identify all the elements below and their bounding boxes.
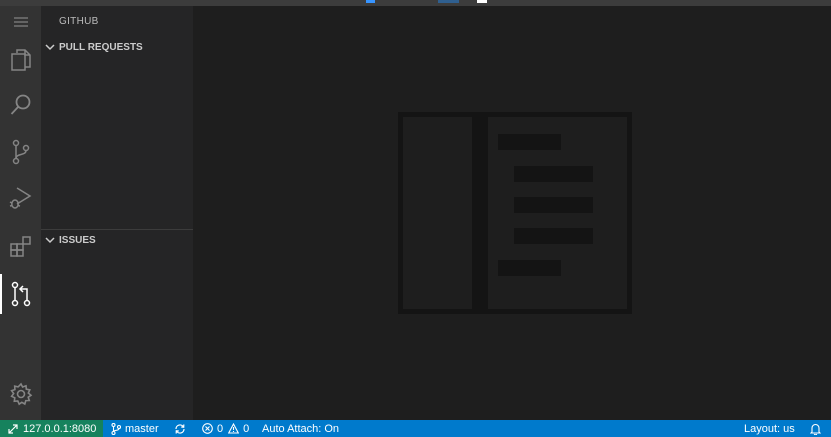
branch-indicator[interactable]: master <box>111 420 159 437</box>
sync-button[interactable] <box>174 420 186 437</box>
chevron-down-icon <box>41 229 59 251</box>
extensions-icon[interactable] <box>0 226 41 266</box>
status-bar: 127.0.0.1:8080 master 0 0 Auto Attach: O… <box>0 420 831 437</box>
section-issues[interactable]: ISSUES <box>41 229 193 251</box>
activity-bar <box>0 6 41 420</box>
notifications-button[interactable] <box>810 420 821 437</box>
pull-request-icon[interactable] <box>0 274 41 314</box>
warning-icon <box>228 423 240 434</box>
search-icon[interactable] <box>0 85 41 125</box>
auto-attach-label: Auto Attach: On <box>262 422 340 435</box>
remote-indicator[interactable]: 127.0.0.1:8080 <box>0 420 103 437</box>
chevron-down-icon <box>41 36 59 58</box>
keyboard-layout-indicator[interactable]: Layout: us <box>744 420 795 437</box>
section-pull-requests[interactable]: PULL REQUESTS <box>41 36 193 58</box>
layout-label: Layout: us <box>744 422 795 435</box>
editor-area <box>193 6 831 420</box>
warning-count: 0 <box>243 422 250 435</box>
editor-watermark-icon <box>398 112 632 314</box>
error-count: 0 <box>217 422 224 435</box>
tab-indicator <box>438 0 459 3</box>
sidebar-title: GITHUB <box>59 16 99 27</box>
problems-indicator[interactable]: 0 0 <box>202 420 249 437</box>
gear-icon[interactable] <box>0 374 41 414</box>
menu-icon[interactable] <box>0 2 41 42</box>
remote-icon <box>8 423 18 434</box>
section-label: PULL REQUESTS <box>59 41 143 53</box>
sync-icon <box>174 423 186 435</box>
bell-icon <box>810 423 821 435</box>
error-icon <box>202 423 213 434</box>
explorer-icon[interactable] <box>0 40 41 80</box>
section-label: ISSUES <box>59 234 96 246</box>
remote-address: 127.0.0.1:8080 <box>23 422 97 435</box>
tab-indicator <box>477 0 487 3</box>
run-debug-icon[interactable] <box>0 178 41 218</box>
branch-name: master <box>125 422 159 435</box>
git-branch-icon <box>111 422 121 435</box>
auto-attach-toggle[interactable]: Auto Attach: On <box>262 420 339 437</box>
source-control-icon[interactable] <box>0 132 41 172</box>
tab-indicator <box>366 0 375 3</box>
sidebar: GITHUB PULL REQUESTS ISSUES <box>41 6 193 420</box>
